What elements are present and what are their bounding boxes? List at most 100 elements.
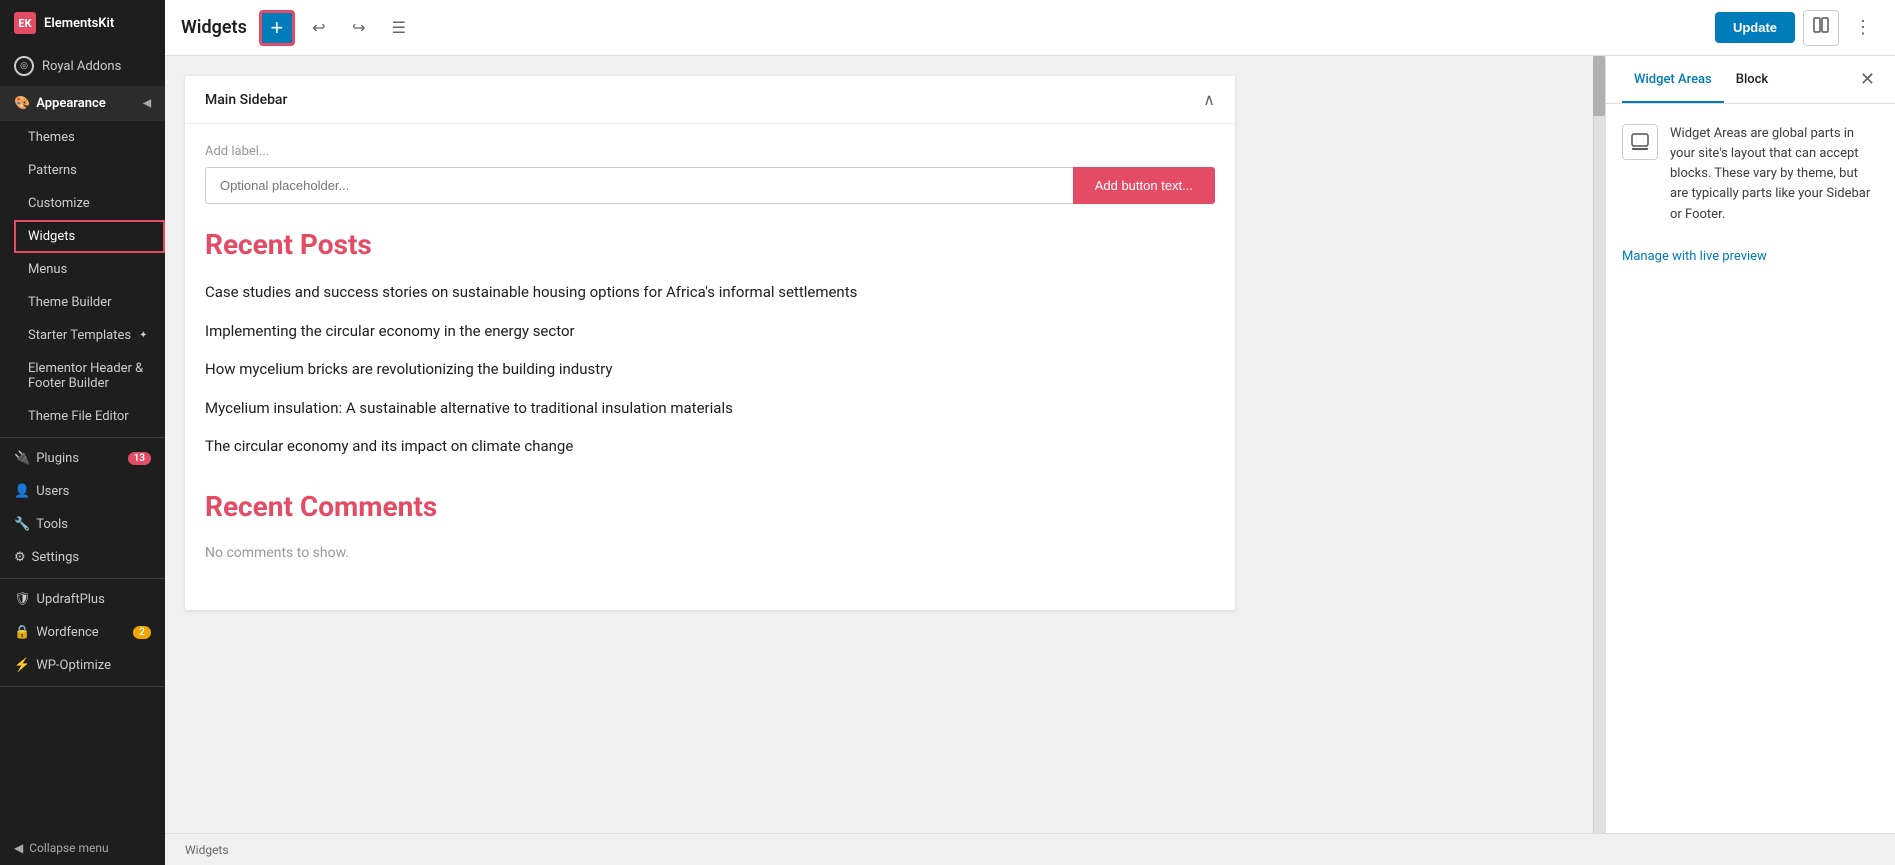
royal-addons-icon: ◎ [14,56,34,76]
users-icon: 👤 [14,484,30,499]
sidebar-item-plugins[interactable]: 🔌 Plugins 13 [0,442,165,475]
appearance-chevron: ◀ [143,98,151,109]
add-label: Add label... [205,144,1215,159]
updraftplus-icon: 🛡 [14,592,31,607]
wordfence-label: Wordfence [36,625,99,640]
widgets-label: Widgets [28,229,75,244]
recent-posts-title: Recent Posts [205,228,1215,261]
panel-collapse-button[interactable]: ∧ [1203,90,1215,109]
info-text: Widget Areas are global parts in your si… [1670,124,1879,225]
elementskit-label: ElementsKit [44,16,114,31]
add-icon: + [270,15,283,41]
redo-icon: ↪ [352,18,365,38]
info-icon-row: Widget Areas are global parts in your si… [1622,124,1879,225]
widget-areas-icon [1622,124,1658,160]
post-item-2[interactable]: How mycelium bricks are revolutionizing … [205,358,1215,381]
sidebar-item-menus[interactable]: Menus [14,253,165,286]
post-item-0[interactable]: Case studies and success stories on sust… [205,281,1215,304]
right-panel: Widget Areas Block ✕ Widget Areas are gl… [1605,56,1895,833]
more-options-icon: ⋮ [1854,17,1872,38]
undo-button[interactable]: ↩ [303,12,335,44]
sidebar-item-theme-file-editor[interactable]: Theme File Editor [14,400,165,433]
view-toggle-button[interactable] [1803,10,1839,46]
starter-templates-label: Starter Templates [28,328,131,343]
section-divider [205,474,1215,490]
panel-body: Add label... Add button text... Recent P… [185,124,1235,610]
elementor-header-label: Elementor Header & Footer Builder [28,361,151,391]
post-item-1[interactable]: Implementing the circular economy in the… [205,320,1215,343]
appearance-icon: 🎨 [14,96,30,111]
plugins-badge: 13 [128,452,151,465]
main-sidebar-panel: Main Sidebar ∧ Add label... Add button t… [185,76,1235,610]
post-list: Case studies and success stories on sust… [205,281,1215,458]
view-toggle-icon [1813,17,1829,38]
settings-label: Settings [32,550,79,565]
scrollbar-thumb[interactable] [1593,56,1605,116]
wp-optimize-icon: ⚡ [14,658,30,673]
tab-block[interactable]: Block [1724,58,1780,103]
redo-button[interactable]: ↪ [343,12,375,44]
post-item-4[interactable]: The circular economy and its impact on c… [205,435,1215,458]
page-title: Widgets [181,17,247,38]
sidebar-item-wordfence[interactable]: 🔒 Wordfence 2 [0,616,165,649]
sidebar-item-patterns[interactable]: Patterns [14,154,165,187]
collapse-label: Collapse menu [29,841,108,855]
more-options-button[interactable]: ⋮ [1847,12,1879,44]
sidebar-item-updraftplus[interactable]: 🛡 UpdraftPlus [0,583,165,616]
update-button[interactable]: Update [1715,12,1795,43]
updraftplus-label: UpdraftPlus [37,592,105,607]
sidebar-item-settings[interactable]: ⚙ Settings [0,541,165,574]
sidebar-divider-3 [0,686,165,687]
starter-templates-icon: ✦ [139,330,147,341]
undo-icon: ↩ [312,18,325,38]
wordfence-icon: 🔒 [14,625,30,640]
list-view-icon: ☰ [392,18,406,38]
add-block-button[interactable]: + [259,10,295,46]
right-panel-close-button[interactable]: ✕ [1856,67,1879,93]
search-input-row: Add button text... [205,167,1215,204]
post-item-3[interactable]: Mycelium insulation: A sustainable alter… [205,397,1215,420]
sidebar-appearance-header[interactable]: 🎨 Appearance ◀ [0,86,165,121]
sidebar-item-customize[interactable]: Customize [14,187,165,220]
sidebar-royal-addons[interactable]: ◎ Royal Addons [0,46,165,86]
footer-label: Widgets [185,843,229,857]
panel-header: Main Sidebar ∧ [185,76,1235,124]
add-button-text[interactable]: Add button text... [1073,167,1215,204]
no-comments: No comments to show. [205,543,1215,564]
sidebar-item-users[interactable]: 👤 Users [0,475,165,508]
panel-title: Main Sidebar [205,92,287,108]
theme-file-editor-label: Theme File Editor [28,409,129,424]
menus-label: Menus [28,262,67,277]
right-panel-header: Widget Areas Block ✕ [1606,56,1895,104]
tools-icon: 🔧 [14,517,30,532]
sidebar-item-starter-templates[interactable]: Starter Templates ✦ [14,319,165,352]
tools-label: Tools [36,517,68,532]
sidebar-item-widgets[interactable]: Widgets [14,220,165,253]
sidebar: EK ElementsKit ◎ Royal Addons 🎨 Appearan… [0,0,165,865]
settings-icon: ⚙ [14,550,26,565]
sidebar-item-elementor-header[interactable]: Elementor Header & Footer Builder [14,352,165,400]
collapse-icon: ◀ [14,841,23,855]
sidebar-item-theme-builder[interactable]: Theme Builder [14,286,165,319]
sidebar-item-wp-optimize[interactable]: ⚡ WP-Optimize [0,649,165,682]
patterns-label: Patterns [28,163,77,178]
plugins-icon: 🔌 [14,451,30,466]
wp-optimize-label: WP-Optimize [36,658,111,673]
manage-live-preview-link[interactable]: Manage with live preview [1622,249,1767,264]
sidebar-collapse[interactable]: ◀ Collapse menu [0,831,165,865]
tab-widget-areas[interactable]: Widget Areas [1622,58,1724,103]
appearance-label: Appearance [36,96,106,111]
content-row: Main Sidebar ∧ Add label... Add button t… [165,56,1895,833]
canvas-area[interactable]: Main Sidebar ∧ Add label... Add button t… [165,56,1605,833]
sidebar-item-themes[interactable]: Themes [14,121,165,154]
plugins-label: Plugins [36,451,79,466]
scrollbar[interactable] [1593,56,1605,833]
top-toolbar: Widgets + ↩ ↪ ☰ Update ⋮ [165,0,1895,56]
sidebar-item-tools[interactable]: 🔧 Tools [0,508,165,541]
list-view-button[interactable]: ☰ [383,12,415,44]
theme-builder-label: Theme Builder [28,295,112,310]
main-area: Widgets + ↩ ↪ ☰ Update ⋮ [165,0,1895,865]
placeholder-input[interactable] [205,167,1073,204]
sidebar-elementskit[interactable]: EK ElementsKit [0,0,165,46]
right-panel-body: Widget Areas are global parts in your si… [1606,104,1895,833]
